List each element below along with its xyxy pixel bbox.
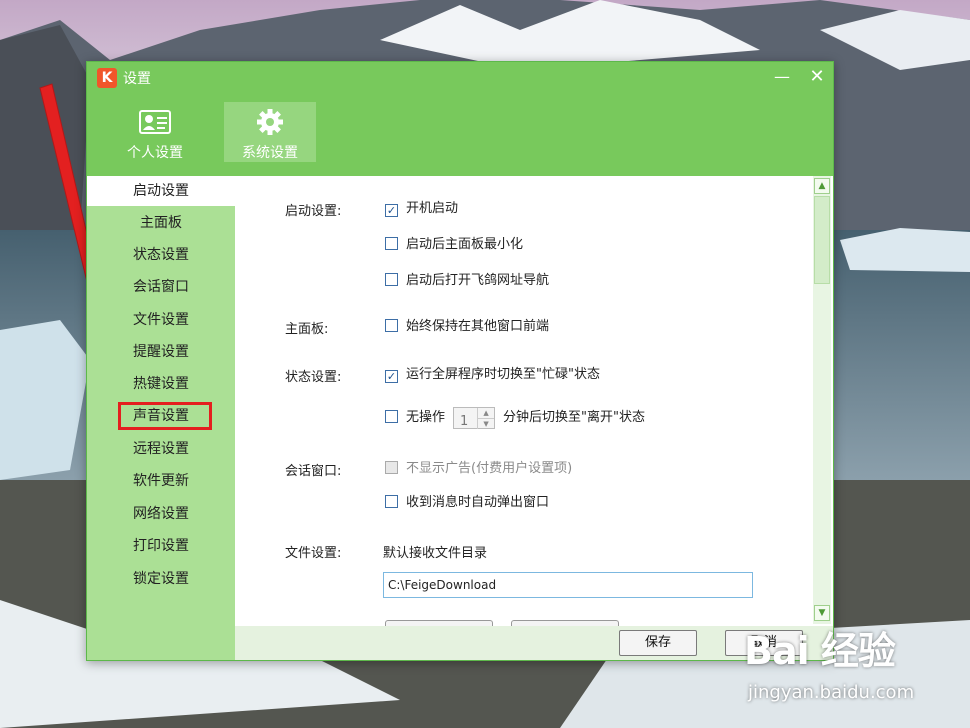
tab-label: 系统设置 [242,145,298,161]
tab-system-settings[interactable]: 系统设置 [224,102,316,162]
stepper-up-icon[interactable]: ▲ [477,407,494,418]
baidu-jingyan-watermark: Bai 经验 jingyan.baidu.com [744,612,964,712]
option-always-on-top[interactable]: 始终保持在其他窗口前端 [385,318,549,336]
option-label: 收到消息时自动弹出窗口 [406,495,550,510]
option-label: 开机启动 [406,201,459,216]
checkbox[interactable] [385,495,398,508]
idle-minutes-stepper[interactable]: 1 ▲ ▼ [453,406,496,429]
sidebar-item-print[interactable]: 打印设置 [87,531,235,561]
option-open-nav-on-start[interactable]: 启动后打开飞鸽网址导航 [385,272,549,290]
watermark-logo: Bai 经验 [744,629,896,673]
option-idle-away[interactable]: 无操作 1 ▲ ▼ 分钟后切换至"离开"状态 [385,406,645,430]
sidebar-item-hotkey[interactable]: 热键设置 [87,369,235,399]
scroll-up-icon[interactable]: ▲ [814,178,830,194]
option-auto-popup[interactable]: 收到消息时自动弹出窗口 [385,494,549,512]
sidebar-item-remote[interactable]: 远程设置 [87,434,235,464]
option-auto-start[interactable]: ✓ 开机启动 [385,200,458,218]
sidebar-item-lock[interactable]: 锁定设置 [87,564,235,594]
option-busy-on-fullscreen[interactable]: ✓ 运行全屏程序时切换至"忙碌"状态 [385,366,600,384]
checkbox[interactable]: ✓ [385,204,398,217]
sidebar-item-chat-window[interactable]: 会话窗口 [87,272,235,302]
section-label-status: 状态设置: [285,370,342,385]
option-suffix: 分钟后切换至"离开"状态 [503,410,645,425]
settings-window: K 设置 — ✕ 个人设置 系统设置 启动设置 主面板 状态设置 会话窗口 文件… [86,61,834,661]
download-path-input[interactable] [383,572,753,598]
section-label-chat-window: 会话窗口: [285,464,342,479]
content-scrollbar[interactable]: ▲ ▼ [813,176,831,624]
minimize-button[interactable]: — [769,65,795,89]
stepper-value: 1 [460,413,469,429]
stepper-down-icon[interactable]: ▼ [477,417,495,429]
sidebar-item-update[interactable]: 软件更新 [87,466,235,496]
option-label: 始终保持在其他窗口前端 [406,319,550,334]
section-label-file: 文件设置: [285,546,342,561]
default-dir-label: 默认接收文件目录 [383,546,488,561]
app-logo-icon: K [97,68,117,88]
window-title: 设置 [123,71,151,87]
sidebar-item-file[interactable]: 文件设置 [87,305,235,335]
close-button[interactable]: ✕ [804,65,830,89]
tab-label: 个人设置 [127,145,183,161]
sidebar-item-network[interactable]: 网络设置 [87,499,235,529]
sidebar-item-reminder[interactable]: 提醒设置 [87,337,235,367]
section-label-main-panel: 主面板: [285,322,329,337]
settings-content-panel: 启动设置: ✓ 开机启动 启动后主面板最小化 启动后打开飞鸽网址导航 主面板: 始… [235,176,811,626]
checkbox[interactable] [385,410,398,423]
option-label: 启动后主面板最小化 [406,237,524,252]
sidebar-item-main-panel[interactable]: 主面板 [87,208,235,238]
option-minimize-on-start[interactable]: 启动后主面板最小化 [385,236,523,254]
option-hide-ads: 不显示广告(付费用户设置项) [385,460,572,478]
option-prefix: 无操作 [406,410,446,425]
scroll-thumb[interactable] [814,196,830,284]
checkbox [385,461,398,474]
checkbox[interactable] [385,237,398,250]
save-button[interactable]: 保存 [619,630,697,656]
gear-icon [257,109,283,135]
id-card-icon [139,110,171,134]
checkbox[interactable]: ✓ [385,370,398,383]
option-label: 运行全屏程序时切换至"忙碌"状态 [406,367,600,382]
sidebar-item-startup[interactable]: 启动设置 [87,176,235,206]
title-bar: K 设置 — ✕ [87,62,833,92]
highlight-annotation-box [118,402,212,430]
checkbox[interactable] [385,319,398,332]
checkbox[interactable] [385,273,398,286]
sidebar-item-status[interactable]: 状态设置 [87,240,235,270]
category-toolbar: 个人设置 系统设置 [87,92,833,176]
settings-sidebar: 启动设置 主面板 状态设置 会话窗口 文件设置 提醒设置 热键设置 声音设置 远… [87,176,235,660]
option-label: 不显示广告(付费用户设置项) [406,461,573,476]
tab-personal-settings[interactable]: 个人设置 [109,102,201,162]
section-label-startup: 启动设置: [285,204,342,219]
option-label: 启动后打开飞鸽网址导航 [406,273,550,288]
watermark-url: jingyan.baidu.com [748,682,915,703]
